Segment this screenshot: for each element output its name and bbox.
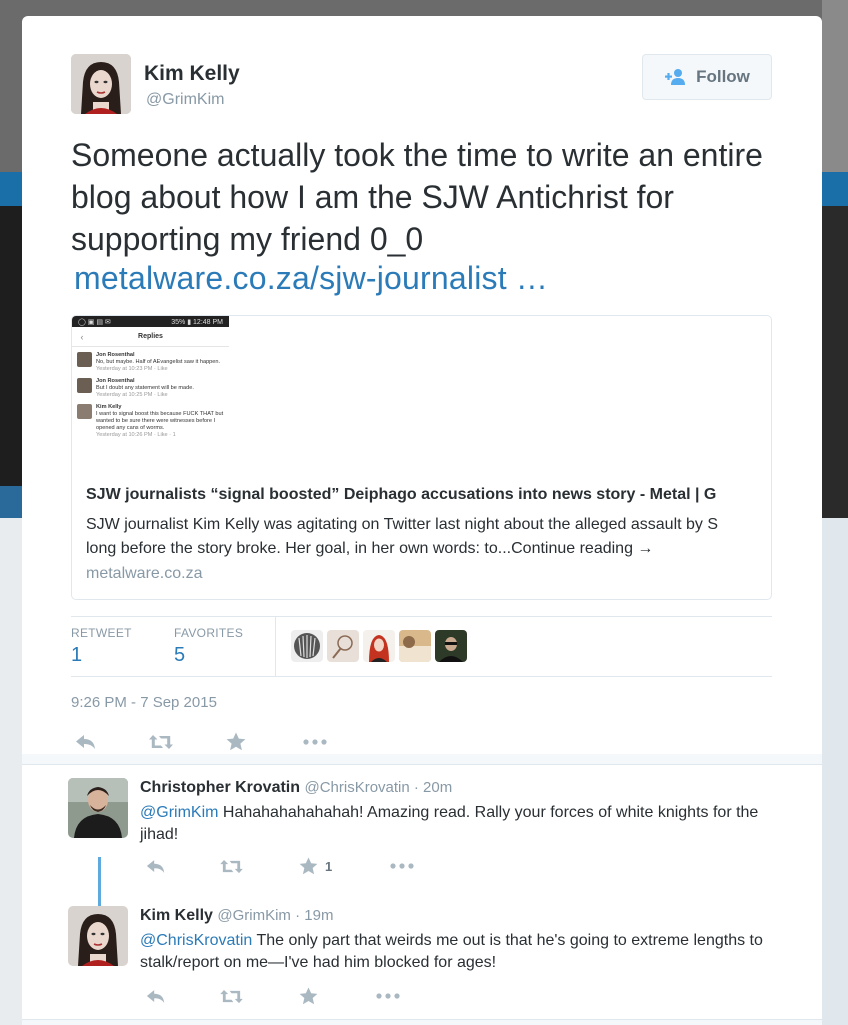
phone-header: ‹ Replies <box>72 327 229 347</box>
card-title[interactable]: SJW journalists “signal boosted” Deiphag… <box>86 486 771 504</box>
stat-separator <box>275 616 276 676</box>
follow-label: Follow <box>696 67 750 86</box>
thread-line <box>98 857 101 913</box>
retweet-button[interactable] <box>148 734 226 750</box>
retweet-icon <box>220 859 243 873</box>
more-icon <box>390 863 414 869</box>
avatar[interactable] <box>71 54 131 114</box>
thumb-avatar <box>77 352 92 367</box>
favoriter-avatar[interactable] <box>327 630 359 662</box>
follow-icon <box>665 69 686 85</box>
thumb-avatar <box>77 404 92 419</box>
favorites-stat[interactable]: FAVORITES 5 <box>174 626 243 667</box>
tweet-text: Someone actually took the time to write … <box>71 137 763 257</box>
divider <box>71 676 772 677</box>
favoriter-avatar[interactable] <box>399 630 431 662</box>
more-button[interactable] <box>303 738 327 745</box>
reply-thread: Christopher Krovatin @ChrisKrovatin · 20… <box>22 764 822 1025</box>
mention-link[interactable]: @ChrisKrovatin <box>140 932 252 949</box>
reply-icon <box>146 989 165 1003</box>
reply-button[interactable] <box>75 734 148 750</box>
thumb-reply: Jon Rosenthal But I doubt any statement … <box>72 373 229 399</box>
reply-text: @ChrisKrovatin The only part that weirds… <box>140 932 763 971</box>
author-name[interactable]: Kim Kelly <box>144 62 240 86</box>
thumb-reply: Kim Kelly I want to signal boost this be… <box>72 399 229 439</box>
footer-edge <box>22 1019 822 1025</box>
tweet-stats: RETWEET 1 FAVORITES 5 <box>71 616 772 676</box>
favorite-button[interactable] <box>226 732 303 751</box>
retweet-button[interactable] <box>219 859 299 874</box>
thumb-reply: Jon Rosenthal No, but maybe. Half of AEv… <box>72 347 229 373</box>
thumb-avatar <box>77 378 92 393</box>
favorite-button[interactable]: 1 <box>299 857 390 875</box>
more-button[interactable] <box>376 993 400 999</box>
favoriter-avatar[interactable] <box>435 630 467 662</box>
reply-button[interactable] <box>146 989 219 1004</box>
reply-author-name[interactable]: Kim Kelly <box>140 907 213 924</box>
retweet-icon <box>220 989 243 1003</box>
retweet-stat[interactable]: RETWEET 1 <box>71 626 132 667</box>
tweet-link[interactable]: metalware.co.za/sjw-journalist … <box>74 260 548 297</box>
favorite-button[interactable] <box>299 987 376 1005</box>
reply-header: Kim Kelly @GrimKim · 19m <box>140 907 333 925</box>
favoriter-avatars <box>291 630 467 662</box>
reply-author-name[interactable]: Christopher Krovatin <box>140 779 300 796</box>
card-description-line: SJW journalist Kim Kelly was agitating o… <box>86 516 719 533</box>
retweet-icon <box>149 734 173 749</box>
reply-actions: 1 <box>146 857 414 875</box>
favoriter-avatar[interactable] <box>363 630 395 662</box>
more-icon <box>303 738 327 745</box>
follow-button[interactable]: Follow <box>642 54 772 100</box>
reply-icon <box>76 734 95 749</box>
mention-link[interactable]: @GrimKim <box>140 804 218 821</box>
favorite-icon <box>299 857 318 875</box>
tweet-actions <box>75 732 327 751</box>
avatar[interactable] <box>68 906 128 966</box>
back-icon: ‹ <box>80 331 84 342</box>
card-thumbnail: ◯ ▣ ▤ ✉ 35% ▮ 12:48 PM ‹ Replies Jon Ros… <box>72 316 229 471</box>
phone-status-bar: ◯ ▣ ▤ ✉ 35% ▮ 12:48 PM <box>72 316 229 327</box>
more-icon <box>376 993 400 999</box>
reply-button[interactable] <box>146 859 219 874</box>
reply-author-handle[interactable]: @GrimKim · 19m <box>217 907 333 924</box>
retweet-button[interactable] <box>219 989 299 1004</box>
more-button[interactable] <box>390 863 414 869</box>
author-handle[interactable]: @GrimKim <box>146 91 224 109</box>
card-domain: metalware.co.za <box>86 565 203 582</box>
reply-author-handle[interactable]: @ChrisKrovatin · 20m <box>304 779 452 796</box>
link-card[interactable]: ◯ ▣ ▤ ✉ 35% ▮ 12:48 PM ‹ Replies Jon Ros… <box>71 315 772 600</box>
replies-section: Christopher Krovatin @ChrisKrovatin · 20… <box>22 754 822 1025</box>
reply-text: @GrimKim Hahahahahahahah! Amazing read. … <box>140 804 759 843</box>
tweet-permalink-modal: Kim Kelly @GrimKim Follow Someone actual… <box>22 16 822 1025</box>
favoriter-avatar[interactable] <box>291 630 323 662</box>
card-description: SJW journalist Kim Kelly was agitating o… <box>86 513 771 561</box>
favorite-count: 1 <box>325 858 333 874</box>
main-tweet: Kim Kelly @GrimKim Follow Someone actual… <box>22 16 822 754</box>
avatar[interactable] <box>68 778 128 838</box>
card-description-line: long before the story broke. Her goal, i… <box>86 540 654 557</box>
reply-icon <box>146 859 165 873</box>
reply-actions <box>146 987 400 1005</box>
reply-header: Christopher Krovatin @ChrisKrovatin · 20… <box>140 779 452 797</box>
tweet-timestamp[interactable]: 9:26 PM - 7 Sep 2015 <box>71 694 217 711</box>
background-right-edge <box>822 0 848 1025</box>
favorite-icon <box>226 732 246 751</box>
favorite-icon <box>299 987 318 1005</box>
